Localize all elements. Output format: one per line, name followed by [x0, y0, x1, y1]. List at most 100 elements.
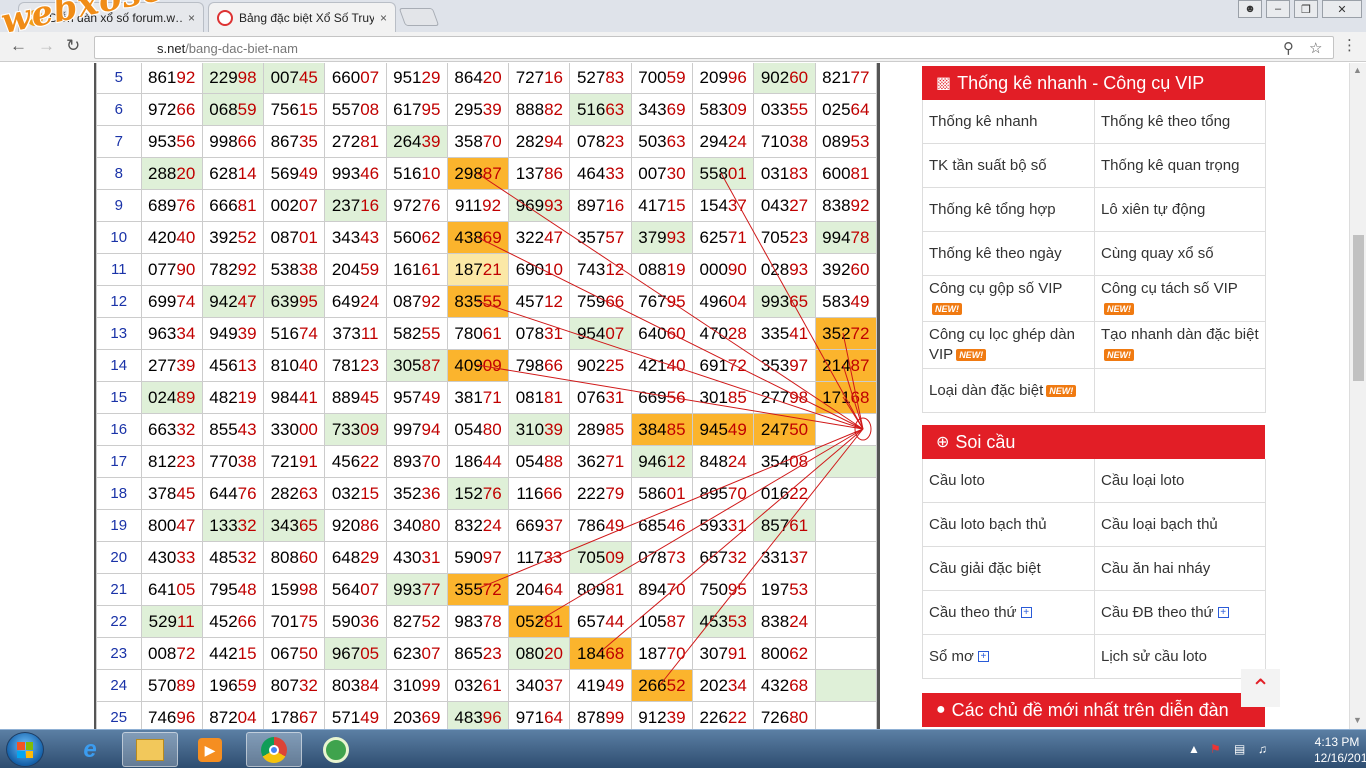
thong-ke-link[interactable]: Công cụ tách số VIP NEW! — [1095, 276, 1266, 322]
cell-tail-digits: 98 — [298, 579, 318, 599]
thong-ke-link[interactable]: Thống kê nhanh — [923, 100, 1095, 144]
table-cell: 59097 — [446, 541, 510, 574]
soi-cau-link[interactable]: Cầu loto — [923, 459, 1095, 503]
table-cell: 83892 — [814, 189, 877, 222]
close-window-icon[interactable]: ✕ — [1322, 0, 1362, 18]
thong-ke-link[interactable]: Công cụ gộp số VIP NEW! — [923, 276, 1095, 322]
cell-head-digits: 700 — [638, 67, 667, 87]
cell-tail-digits: 22 — [789, 483, 809, 503]
cell-head-digits: 997 — [393, 419, 422, 439]
cell-tail-digits: 96 — [176, 707, 196, 727]
soi-cau-link[interactable]: Cầu giải đặc biệt — [923, 547, 1095, 591]
cell-tail-digits: 59 — [237, 99, 257, 119]
soi-cau-link[interactable]: Cầu loại bạch thủ — [1095, 503, 1266, 547]
cell-head-digits: 726 — [760, 707, 790, 727]
table-cell: 83224 — [446, 509, 510, 542]
link-text: Loại dàn đặc biệt — [929, 381, 1044, 399]
tab-close-icon[interactable]: × — [380, 11, 387, 25]
back-to-top-button[interactable]: ⌃ — [1241, 669, 1280, 707]
cell-head-digits: 353 — [760, 355, 790, 375]
table-cell: 35397 — [753, 349, 816, 382]
cell-tail-digits: 66 — [237, 131, 257, 151]
cell-tail-digits: 27 — [789, 195, 809, 215]
cell-head-digits: 994 — [822, 227, 851, 247]
speaker-icon[interactable]: ♫ — [1258, 742, 1267, 756]
zoom-icon[interactable]: ⚲ — [1283, 39, 1294, 57]
soi-cau-link[interactable]: Cầu theo thứ + — [923, 591, 1095, 635]
thong-ke-link[interactable]: TK tần suất bộ số — [923, 144, 1095, 188]
table-cell — [814, 509, 877, 542]
folder-icon[interactable] — [122, 732, 178, 767]
soi-cau-link[interactable]: Cầu loại loto — [1095, 459, 1266, 503]
soi-cau-link[interactable]: Sổ mơ + — [923, 635, 1095, 679]
minimize-icon[interactable]: – — [1266, 0, 1290, 18]
network-icon[interactable]: ▤ — [1234, 742, 1245, 756]
new-tab-button[interactable] — [398, 8, 440, 26]
table-cell: 43268 — [753, 669, 816, 702]
cell-tail-digits: 71 — [605, 451, 625, 471]
table-cell: 28985 — [569, 413, 632, 446]
restore-icon[interactable]: ❐ — [1294, 0, 1318, 18]
table-cell: 66007 — [324, 63, 387, 94]
cell-head-digits: 750 — [699, 579, 728, 599]
table-cell: 92086 — [324, 509, 387, 542]
row-number: 15 — [96, 381, 142, 414]
cell-tail-digits: 63 — [666, 131, 686, 151]
link-text: Cầu loto bạch thủ — [929, 515, 1047, 533]
cell-head-digits: 282 — [515, 131, 545, 151]
cell-head-digits: 998 — [209, 131, 238, 151]
address-bar[interactable]: s.net/bang-dac-biet-nam ⚲ ☆ — [94, 36, 1334, 59]
page-scrollbar[interactable]: ▲ ▼ — [1349, 63, 1366, 729]
cell-head-digits: 152 — [454, 483, 483, 503]
soi-cau-link[interactable]: Cầu loto bạch thủ — [923, 503, 1095, 547]
chrome-icon[interactable] — [246, 732, 302, 767]
cell-tail-digits: 05 — [176, 579, 196, 599]
table-cell: 34369 — [630, 93, 694, 126]
scrollbar-thumb[interactable] — [1353, 235, 1364, 381]
star-icon[interactable]: ☆ — [1309, 39, 1322, 57]
table-cell: 75095 — [692, 573, 755, 606]
thong-ke-link[interactable]: Thống kê tổng hợp — [923, 188, 1095, 232]
reload-icon[interactable]: ↻ — [66, 36, 80, 56]
ie-icon[interactable]: e — [62, 732, 118, 767]
tray-expand-icon[interactable]: ▲ — [1188, 742, 1200, 756]
cell-head-digits: 187 — [454, 259, 483, 279]
thong-ke-link[interactable]: Lô xiên tự động — [1095, 188, 1266, 232]
table-cell: 81040 — [263, 349, 326, 382]
media-player-icon[interactable]: ▶ — [182, 732, 238, 767]
cell-tail-digits: 20 — [482, 67, 502, 87]
menu-icon[interactable]: ⋮ — [1342, 36, 1357, 54]
start-button[interactable] — [6, 732, 44, 767]
thong-ke-link[interactable]: Cùng quay xổ số — [1095, 232, 1266, 276]
cell-head-digits: 786 — [576, 515, 606, 535]
coccoc-icon[interactable] — [308, 732, 364, 767]
expand-plus-icon[interactable]: + — [977, 651, 989, 662]
thong-ke-link[interactable]: Loại dàn đặc biệt NEW! — [923, 369, 1095, 413]
cell-head-digits: 378 — [148, 483, 177, 503]
soi-cau-link[interactable]: Cầu ĐB theo thứ + — [1095, 591, 1266, 635]
expand-plus-icon[interactable]: + — [1217, 607, 1229, 618]
action-center-icon[interactable]: ⚑ — [1210, 742, 1221, 756]
cell-tail-digits: 87 — [482, 163, 502, 183]
thong-ke-link[interactable]: Thống kê theo ngày — [923, 232, 1095, 276]
tab-bang-dac-biet[interactable]: Bảng đặc biệt Xổ Số Truy × — [208, 2, 396, 32]
thong-ke-link[interactable]: Thống kê quan trọng — [1095, 144, 1266, 188]
table-cell: 29887 — [446, 157, 510, 190]
cell-head-digits: 878 — [576, 707, 606, 727]
scroll-up-icon[interactable]: ▲ — [1353, 65, 1362, 75]
special-table-frame: 5 86192 22998 00745 66007 95129 86420 72716 5278… — [94, 63, 880, 729]
thong-ke-link[interactable]: Công cụ lọc ghép dàn VIP NEW! — [923, 322, 1095, 369]
cell-head-digits: 358 — [454, 131, 483, 151]
scroll-down-icon[interactable]: ▼ — [1353, 715, 1362, 725]
cell-tail-digits: 90 — [176, 259, 196, 279]
soi-cau-link[interactable]: Cầu ăn hai nháy — [1095, 547, 1266, 591]
cell-head-digits: 946 — [638, 451, 667, 471]
tab-close-icon[interactable]: × — [188, 11, 195, 25]
cell-head-digits: 857 — [760, 515, 790, 535]
clock[interactable]: 4:13 PM 12/16/2017 — [1314, 734, 1366, 766]
thong-ke-link[interactable]: Tạo nhanh dàn đặc biệt NEW! — [1095, 322, 1266, 369]
forward-icon[interactable]: → — [38, 36, 55, 56]
expand-plus-icon[interactable]: + — [1020, 607, 1032, 618]
thong-ke-link[interactable]: Thống kê theo tổng — [1095, 100, 1266, 144]
user-icon[interactable]: ☻ — [1238, 0, 1262, 18]
